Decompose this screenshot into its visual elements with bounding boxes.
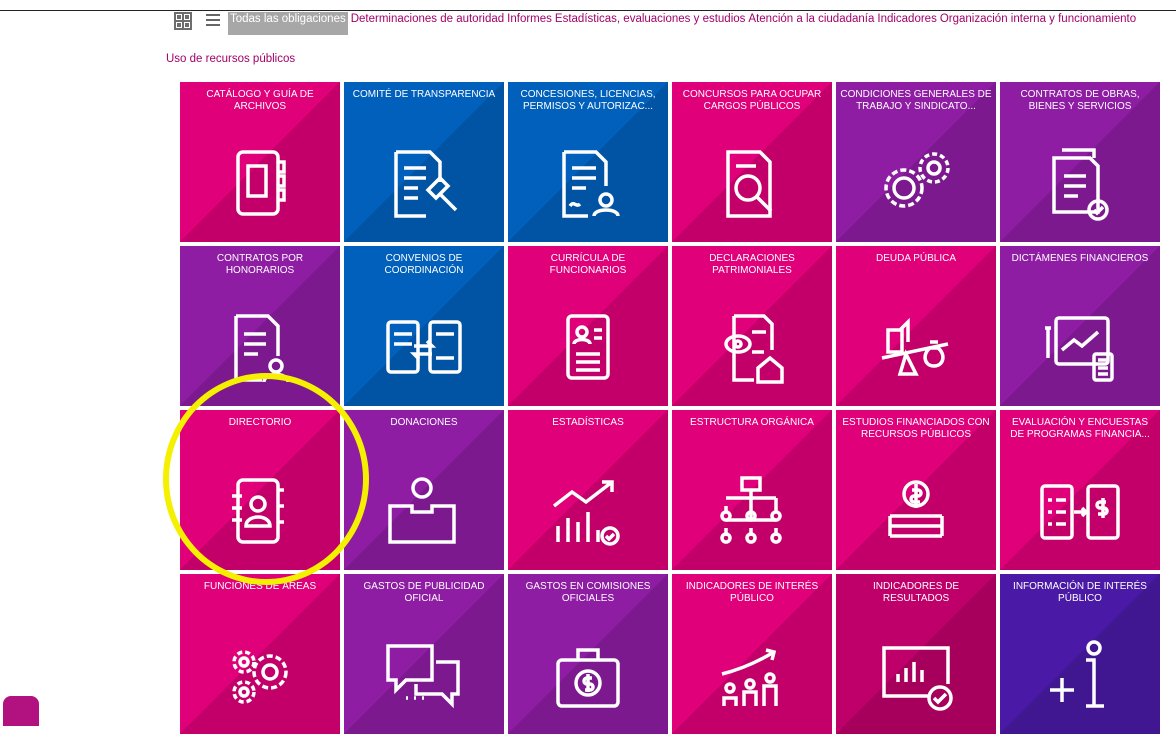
tile-label: COMITÉ DE TRANSPARENCIA — [352, 89, 496, 100]
tile[interactable]: CONCESIONES, LICENCIAS, PERMISOS Y AUTOR… — [508, 82, 668, 242]
documents-check-icon — [1052, 148, 1109, 221]
tile[interactable]: ESTUDIOS FINANCIADOS CON RECURSOS PÚBLIC… — [836, 410, 996, 570]
donation-box-icon — [388, 477, 456, 544]
checklist-money-icon — [1040, 484, 1120, 540]
filter-all[interactable]: Todas las obligaciones — [228, 12, 348, 35]
tile-label: CONDICIONES GENERALES DE TRABAJO Y SINDI… — [840, 89, 992, 112]
tile[interactable]: FUNCIONES DE ÁREAS — [180, 574, 340, 734]
tile[interactable]: ESTADÍSTICAS — [508, 410, 668, 570]
tile-label: CONVENIOS DE COORDINACIÓN — [384, 253, 464, 276]
filter-organizacion[interactable]: Organización interna y funcionamiento — [940, 13, 1136, 25]
tile[interactable]: CURRÍCULA DE FUNCIONARIOS — [508, 246, 668, 406]
document-user-icon — [562, 150, 620, 218]
org-chart-icon — [720, 476, 782, 544]
tile-label: GASTOS EN COMISIONES OFICIALES — [525, 581, 651, 604]
briefcase-money-icon — [556, 648, 620, 708]
chart-calculator-icon — [1045, 316, 1114, 382]
tile-label: FUNCIONES DE ÁREAS — [203, 581, 317, 592]
tile[interactable]: GASTOS EN COMISIONES OFICIALES — [508, 574, 668, 734]
tile[interactable]: GASTOS DE PUBLICIDAD OFICIAL — [344, 574, 504, 734]
tile-label: DICTÁMENES FINANCIEROS — [1011, 253, 1149, 264]
filter-recursos[interactable]: Uso de recursos públicos — [166, 53, 295, 65]
filter-determinaciones[interactable]: Determinaciones de autoridad — [351, 13, 504, 25]
binder-icon — [236, 150, 286, 216]
tile-label: INDICADORES DE INTERÉS PÚBLICO — [685, 581, 819, 604]
tile-label: CURRÍCULA DE FUNCIONARIOS — [549, 253, 627, 276]
tile-label: ESTADÍSTICAS — [552, 417, 624, 428]
documents-exchange-icon — [386, 320, 462, 374]
tile-label: GASTOS DE PUBLICIDAD OFICIAL — [363, 581, 485, 604]
tile[interactable]: COMITÉ DE TRANSPARENCIA — [344, 82, 504, 242]
tile[interactable]: ESTRUCTURA ORGÁNICA — [672, 410, 832, 570]
tile[interactable]: DIRECTORIO — [180, 410, 340, 570]
filter-atencion[interactable]: Atención a la ciudadanía — [748, 13, 874, 25]
chat-bubbles-icon — [386, 644, 460, 709]
tile-label: EVALUACIÓN Y ENCUESTAS DE PROGRAMAS FINA… — [1010, 417, 1150, 440]
gears-user-icon — [884, 152, 950, 208]
tile-label: INDICADORES DE RESULTADOS — [872, 581, 960, 604]
document-person-icon — [234, 314, 290, 383]
grid-view-icon[interactable] — [174, 12, 192, 30]
tile[interactable]: INDICADORES DE INTERÉS PÚBLICO — [672, 574, 832, 734]
tile[interactable]: CONCURSOS PARA OCUPAR CARGOS PÚBLICOS — [672, 82, 832, 242]
tile-label: CATÁLOGO Y GUÍA DE ARCHIVOS — [206, 89, 314, 112]
plus-info-icon — [1050, 640, 1104, 708]
document-eye-house-icon — [724, 314, 784, 384]
tile[interactable]: DONACIONES — [344, 410, 504, 570]
tile-label: CONCESIONES, LICENCIAS, PERMISOS Y AUTOR… — [520, 89, 656, 112]
tile[interactable]: INFORMACIÓN DE INTERÉS PÚBLICO — [1000, 574, 1160, 734]
tile-label: ESTRUCTURA ORGÁNICA — [690, 417, 814, 428]
tile[interactable]: DEUDA PÚBLICA — [836, 246, 996, 406]
tile-label: DECLARACIONES PATRIMONIALES — [709, 253, 795, 276]
tile-label: DIRECTORIO — [228, 417, 292, 428]
document-search-icon — [726, 150, 773, 218]
tile-label: DEUDA PÚBLICA — [875, 253, 957, 264]
tile-label: CONTRATOS DE OBRAS, BIENES Y SERVICIOS — [1020, 89, 1140, 112]
tile-label: ESTUDIOS FINANCIADOS CON RECURSOS PÚBLIC… — [842, 417, 990, 440]
contacts-book-icon — [232, 478, 284, 544]
tile-label: INFORMACIÓN DE INTERÉS PÚBLICO — [1013, 581, 1147, 604]
tile[interactable]: DECLARACIONES PATRIMONIALES — [672, 246, 832, 406]
tile-label: CONCURSOS PARA OCUPAR CARGOS PÚBLICOS — [682, 89, 822, 112]
tile[interactable]: CONTRATOS POR HONORARIOS — [180, 246, 340, 406]
tile[interactable]: CATÁLOGO Y GUÍA DE ARCHIVOS — [180, 82, 340, 242]
filter-estadisticas[interactable]: Estadísticas, evaluaciones y estudios — [555, 13, 746, 25]
tile[interactable]: DICTÁMENES FINANCIEROS — [1000, 246, 1160, 406]
document-gavel-icon — [394, 150, 458, 218]
list-view-icon[interactable] — [206, 14, 220, 28]
bar-chart-trend-icon — [552, 480, 620, 546]
filter-indicadores[interactable]: Indicadores — [877, 13, 936, 25]
people-growth-icon — [721, 648, 778, 706]
tile[interactable]: INDICADORES DE RESULTADOS — [836, 574, 996, 734]
tile[interactable]: EVALUACIÓN Y ENCUESTAS DE PROGRAMAS FINA… — [1000, 410, 1160, 570]
tile-label: CONTRATOS POR HONORARIOS — [216, 253, 304, 276]
balance-money-icon — [881, 317, 949, 376]
tile[interactable]: CONDICIONES GENERALES DE TRABAJO Y SINDI… — [836, 82, 996, 242]
filter-links: Todas las obligaciones Determinaciones de… — [228, 10, 1168, 35]
monitor-chart-check-icon — [882, 646, 953, 711]
tile-label: DONACIONES — [390, 417, 458, 428]
coins-stack-icon — [888, 480, 944, 538]
tile[interactable]: CONTRATOS DE OBRAS, BIENES Y SERVICIOS — [1000, 82, 1160, 242]
filter-informes[interactable]: Informes — [507, 13, 552, 25]
gears-icon — [232, 650, 288, 704]
accessibility-button[interactable] — [3, 696, 39, 726]
resume-icon — [566, 314, 610, 380]
tile[interactable]: CONVENIOS DE COORDINACIÓN — [344, 246, 504, 406]
